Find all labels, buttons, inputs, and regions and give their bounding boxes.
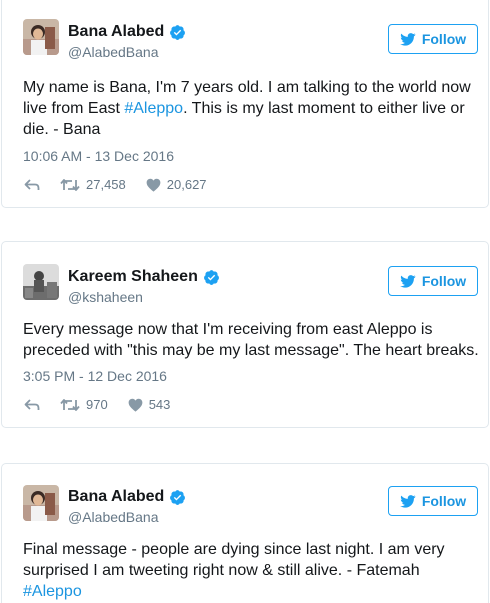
reply-button[interactable] [24, 178, 40, 192]
like-count: 543 [148, 397, 171, 412]
avatar[interactable] [23, 19, 59, 55]
retweet-count: 970 [86, 397, 108, 412]
follow-button[interactable]: Follow [388, 24, 478, 54]
retweet-icon [60, 178, 80, 191]
tweet-text: My name is Bana, I'm 7 years old. I am t… [23, 79, 471, 138]
tweet-timestamp[interactable]: 10:06 AM - 13 Dec 2016 [23, 148, 174, 164]
like-count: 20,627 [166, 177, 207, 192]
retweet-count: 27,458 [86, 177, 126, 192]
user-info: Kareem Shaheen @kshaheen [68, 267, 220, 305]
reply-icon [24, 178, 40, 190]
verified-badge-icon [169, 24, 186, 41]
twitter-bird-icon [400, 32, 416, 46]
retweet-button[interactable]: 27,458 [60, 177, 126, 192]
avatar-photo [23, 485, 59, 521]
like-button[interactable]: 543 [128, 397, 171, 412]
verified-badge-icon [203, 269, 220, 286]
tweet-text: Final message - people are dying since l… [23, 541, 445, 600]
retweet-button[interactable]: 970 [60, 397, 108, 412]
display-name[interactable]: Bana Alabed [68, 23, 164, 41]
reply-button[interactable] [24, 398, 40, 412]
hashtag-link[interactable]: #Aleppo [23, 583, 82, 600]
follow-label: Follow [421, 493, 467, 509]
tweet-card: Bana Alabed @AlabedBana Follow My name i… [1, 0, 489, 208]
heart-icon [146, 178, 161, 192]
verified-badge-icon [169, 489, 186, 506]
hashtag-link[interactable]: #Aleppo [124, 100, 183, 117]
tweet-card: Bana Alabed @AlabedBana Follow Final mes… [1, 463, 489, 603]
follow-label: Follow [421, 273, 467, 289]
tweet-actions: 27,458 20,627 [24, 177, 207, 192]
twitter-bird-icon [400, 274, 416, 288]
user-handle[interactable]: @kshaheen [68, 289, 220, 305]
user-handle[interactable]: @AlabedBana [68, 44, 186, 60]
user-handle[interactable]: @AlabedBana [68, 509, 186, 525]
tweet-actions: 970 543 [24, 397, 170, 412]
follow-label: Follow [421, 31, 467, 47]
avatar-photo [23, 264, 59, 300]
retweet-icon [60, 398, 80, 411]
heart-icon [128, 398, 143, 412]
avatar[interactable] [23, 264, 59, 300]
tweet-text: Every message now that I'm receiving fro… [23, 321, 479, 359]
avatar[interactable] [23, 485, 59, 521]
reply-icon [24, 398, 40, 410]
avatar-photo [23, 19, 59, 55]
user-info: Bana Alabed @AlabedBana [68, 487, 186, 525]
display-name[interactable]: Kareem Shaheen [68, 268, 198, 286]
display-name[interactable]: Bana Alabed [68, 488, 164, 506]
follow-button[interactable]: Follow [388, 486, 478, 516]
twitter-bird-icon [400, 494, 416, 508]
tweet-timestamp[interactable]: 3:05 PM - 12 Dec 2016 [23, 368, 167, 384]
tweet-card: Kareem Shaheen @kshaheen Follow Every me… [1, 241, 489, 428]
follow-button[interactable]: Follow [388, 266, 478, 296]
user-info: Bana Alabed @AlabedBana [68, 22, 186, 60]
like-button[interactable]: 20,627 [146, 177, 207, 192]
